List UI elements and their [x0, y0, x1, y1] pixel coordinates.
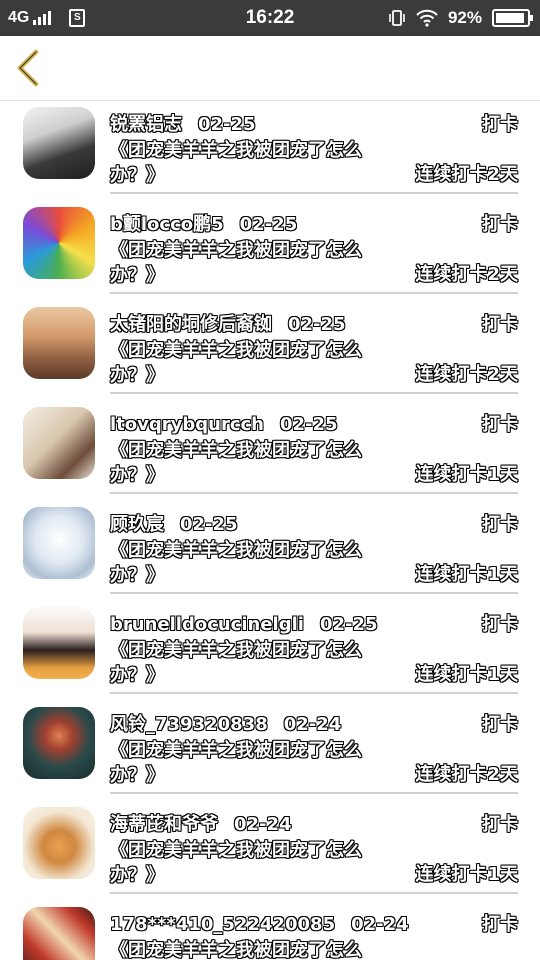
user-name[interactable]: 178***410_522420085	[110, 914, 335, 935]
post-date: 02-25	[279, 414, 338, 435]
avatar[interactable]	[23, 907, 95, 960]
battery-icon	[492, 9, 533, 27]
user-name[interactable]: 锐罴铝志	[110, 114, 182, 135]
post-date: 02-25	[180, 514, 238, 535]
wifi-icon	[416, 9, 438, 27]
streak-label: 连续打卡1天	[415, 864, 518, 885]
streak-label: 连续打卡1天	[415, 464, 518, 485]
book-title[interactable]: 《团宠美羊羊之我被团宠了怎么办？》	[110, 538, 400, 588]
avatar[interactable]	[23, 707, 95, 779]
checkin-button[interactable]: 打卡	[482, 213, 518, 237]
chevron-left-icon	[17, 49, 39, 87]
post-date: 02-24	[234, 814, 292, 835]
user-name[interactable]: brunelldocucinelgli	[110, 614, 304, 635]
user-name[interactable]: 顾玖宸	[110, 514, 164, 535]
post-date: 02-25	[319, 614, 378, 635]
list-item[interactable]: 太锗阳的垌修后裔铷 02-25 打卡 《团宠美羊羊之我被团宠了怎么办？》 连续打卡…	[0, 301, 540, 401]
list-item[interactable]: 风铃_739320838 02-24 打卡 《团宠美羊羊之我被团宠了怎么办？》 连…	[0, 701, 540, 801]
book-title[interactable]: 《团宠美羊羊之我被团宠了怎么办？》	[110, 438, 400, 488]
checkin-button[interactable]: 打卡	[482, 813, 518, 837]
user-name[interactable]: 风铃_739320838	[110, 714, 268, 735]
streak-label: 连续打卡1天	[415, 564, 518, 585]
checkin-button[interactable]: 打卡	[482, 313, 518, 337]
book-title[interactable]: 《团宠美羊羊之我被团宠了怎么办？》	[110, 738, 400, 788]
checkin-list: 锐罴铝志 02-25 打卡 《团宠美羊羊之我被团宠了怎么办？》 连续打卡2天 b颤…	[0, 101, 540, 960]
streak-label: 连续打卡2天	[415, 264, 518, 285]
user-name[interactable]: ltovqrybqurcch	[110, 414, 264, 435]
streak-label: 连续打卡1天	[415, 664, 518, 685]
list-item[interactable]: brunelldocucinelgli 02-25 打卡 《团宠美羊羊之我被团宠了…	[0, 601, 540, 701]
checkin-button[interactable]: 打卡	[482, 113, 518, 137]
streak-label: 连续打卡2天	[415, 764, 518, 785]
user-name[interactable]: 海蒂芘和爷爷	[110, 814, 218, 835]
nav-bar	[0, 36, 540, 101]
list-item[interactable]: b颤locco鹏5 02-25 打卡 《团宠美羊羊之我被团宠了怎么办？》 连续打卡…	[0, 201, 540, 301]
battery-percent: 92%	[447, 8, 482, 27]
avatar[interactable]	[23, 207, 95, 279]
list-item[interactable]: 海蒂芘和爷爷 02-24 打卡 《团宠美羊羊之我被团宠了怎么办？》 连续打卡1天	[0, 801, 540, 901]
book-title[interactable]: 《团宠美羊羊之我被团宠了怎么办？》	[110, 138, 400, 188]
user-name[interactable]: b颤locco鹏5	[110, 214, 224, 235]
status-bar: 4G S 16:22 92%	[0, 0, 540, 36]
list-item[interactable]: 顾玖宸 02-25 打卡 《团宠美羊羊之我被团宠了怎么办？》 连续打卡1天	[0, 501, 540, 601]
checkin-button[interactable]: 打卡	[482, 513, 518, 537]
book-title[interactable]: 《团宠美羊羊之我被团宠了怎么办？》	[110, 938, 400, 960]
user-name[interactable]: 太锗阳的垌修后裔铷	[110, 314, 272, 335]
avatar[interactable]	[23, 107, 95, 179]
streak-label: 连续打卡2天	[415, 164, 518, 185]
book-title[interactable]: 《团宠美羊羊之我被团宠了怎么办？》	[110, 238, 400, 288]
checkin-button[interactable]: 打卡	[482, 413, 518, 437]
checkin-button[interactable]: 打卡	[482, 713, 518, 737]
avatar[interactable]	[23, 507, 95, 579]
vibrate-icon	[389, 10, 405, 26]
book-title[interactable]: 《团宠美羊羊之我被团宠了怎么办？》	[110, 838, 400, 888]
checkin-button[interactable]: 打卡	[482, 613, 518, 637]
list-item[interactable]: 178***410_522420085 02-24 打卡 《团宠美羊羊之我被团宠了…	[0, 901, 540, 960]
post-date: 02-25	[288, 314, 346, 335]
avatar[interactable]	[23, 807, 95, 879]
post-date: 02-24	[351, 914, 409, 935]
list-item[interactable]: ltovqrybqurcch 02-25 打卡 《团宠美羊羊之我被团宠了怎么办？》…	[0, 401, 540, 501]
list-item[interactable]: 锐罴铝志 02-25 打卡 《团宠美羊羊之我被团宠了怎么办？》 连续打卡2天	[0, 101, 540, 201]
post-date: 02-25	[198, 114, 256, 135]
book-title[interactable]: 《团宠美羊羊之我被团宠了怎么办？》	[110, 638, 400, 688]
avatar[interactable]	[23, 407, 95, 479]
streak-label: 连续打卡2天	[415, 364, 518, 385]
checkin-button[interactable]: 打卡	[482, 913, 518, 937]
post-date: 02-24	[283, 714, 342, 735]
post-date: 02-25	[239, 214, 298, 235]
avatar[interactable]	[23, 307, 95, 379]
book-title[interactable]: 《团宠美羊羊之我被团宠了怎么办？》	[110, 338, 400, 388]
back-button[interactable]	[8, 46, 52, 90]
avatar[interactable]	[23, 607, 95, 679]
